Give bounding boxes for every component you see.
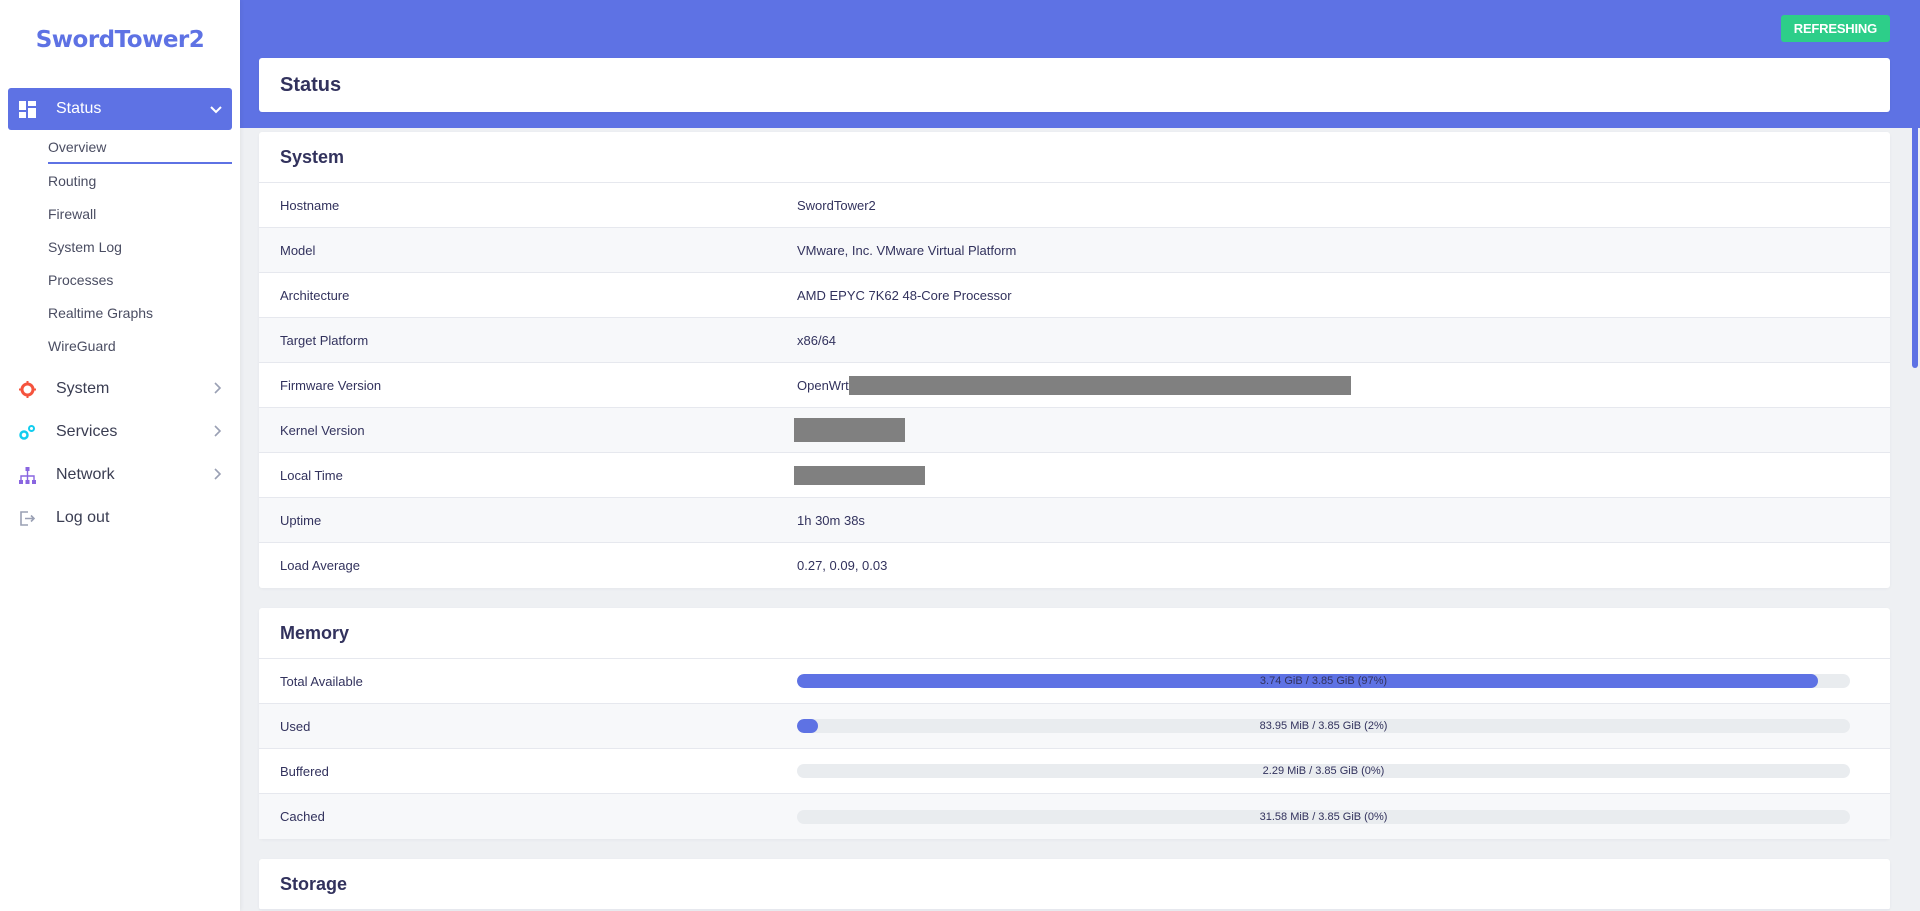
submenu-item-wireguard[interactable]: WireGuard [48,329,232,362]
page-title: Status [259,58,1890,112]
row-value: SwordTower2 [797,197,876,213]
memory-card: Memory Total Available 3.74 GiB / 3.85 G… [259,608,1890,839]
sidebar-item-label: Network [56,466,115,483]
row-value: 2.29 MiB / 3.85 GiB (0%) [797,764,1890,778]
row-value: x86/64 [797,332,837,348]
memory-table: Total Available 3.74 GiB / 3.85 GiB (97%… [259,659,1890,839]
progress-bar: 31.58 MiB / 3.85 GiB (0%) [797,809,1850,824]
chevron-right-icon [214,381,222,397]
submenu-item-overview[interactable]: Overview [48,131,232,164]
brand-logo[interactable]: SwordTower2 [0,0,240,80]
row-key: Uptime [280,512,322,528]
sidebar-item-label: Status [56,100,102,117]
sidebar-item-label: Log out [56,509,110,526]
row-key: Kernel Version [280,422,365,438]
sidebar-item-label: Services [56,423,118,440]
row-value: 3.74 GiB / 3.85 GiB (97%) [797,674,1890,688]
sidebar-item-status[interactable]: Status [8,88,232,130]
progress-text: 3.74 GiB / 3.85 GiB (97%) [1259,675,1388,687]
system-card: System Hostname SwordTower2 Model VMware… [259,132,1890,588]
row-key: Total Available [280,673,363,689]
sidebar-item-services[interactable]: Services [8,411,232,453]
progress-text: 2.29 MiB / 3.85 GiB (0%) [1262,765,1385,777]
row-value: 83.95 MiB / 3.85 GiB (2%) [797,719,1890,733]
table-row: Firmware Version OpenWrt [259,363,1890,408]
chevron-right-icon [214,467,222,483]
row-key: Target Platform [280,332,369,348]
submenu-item-firewall[interactable]: Firewall [48,197,232,230]
progress-bar: 83.95 MiB / 3.85 GiB (2%) [797,719,1850,733]
row-value: 1h 30m 38s [797,512,865,528]
redacted-block [794,465,925,485]
sidebar-item-network[interactable]: Network [8,454,232,496]
chevron-right-icon [214,424,222,440]
row-value: 31.58 MiB / 3.85 GiB (0%) [797,809,1890,824]
row-key: Cached [280,809,325,824]
section-title: Storage [259,859,1890,910]
progress-bar: 2.29 MiB / 3.85 GiB (0%) [797,764,1850,778]
table-row: Architecture AMD EPYC 7K62 48-Core Proce… [259,273,1890,318]
row-key: Firmware Version [280,377,382,393]
status-submenu: Overview Routing Firewall System Log Pro… [8,131,232,368]
sidebar-item-system[interactable]: System [8,368,232,410]
chevron-down-icon [210,101,222,117]
table-row: Uptime 1h 30m 38s [259,498,1890,543]
table-row: Used 83.95 MiB / 3.85 GiB (2%) [259,704,1890,749]
scrollbar[interactable] [1910,0,1920,911]
table-row: Total Available 3.74 GiB / 3.85 GiB (97%… [259,659,1890,704]
table-row: Load Average 0.27, 0.09, 0.03 [259,543,1890,588]
submenu-item-routing[interactable]: Routing [48,164,232,197]
logout-icon [18,509,36,527]
section-title: Memory [259,608,1890,659]
gear-icon [18,380,36,398]
scrollbar-thumb[interactable] [1912,8,1918,368]
refresh-button[interactable]: REFRESHING [1780,15,1890,42]
table-row: Hostname SwordTower2 [259,183,1890,228]
row-key: Architecture [280,287,350,303]
table-row: Local Time [259,453,1890,498]
section-title: System [259,132,1890,183]
row-value: AMD EPYC 7K62 48-Core Processor [797,287,1012,303]
dashboard-icon [18,100,36,118]
redacted-block [794,418,905,442]
table-row: Model VMware, Inc. VMware Virtual Platfo… [259,228,1890,273]
row-key: Local Time [280,467,343,483]
table-row: Kernel Version [259,408,1890,453]
row-key: Buffered [280,763,329,779]
sitemap-icon [18,466,36,484]
table-row: Cached 31.58 MiB / 3.85 GiB (0%) [259,794,1890,839]
row-key: Model [280,242,316,258]
submenu-item-processes[interactable]: Processes [48,263,232,296]
cogs-icon [18,423,36,441]
row-key: Used [280,718,311,734]
row-key: Hostname [280,197,340,213]
progress-text: 83.95 MiB / 3.85 GiB (2%) [1259,720,1388,732]
table-row: Target Platform x86/64 [259,318,1890,363]
storage-card: Storage [259,859,1890,910]
main-content: Status System Hostname SwordTower2 Model… [259,58,1890,911]
sidebar-item-logout[interactable]: Log out [8,497,232,539]
row-key: Load Average [280,558,360,573]
row-value [794,418,1890,442]
progress-bar: 3.74 GiB / 3.85 GiB (97%) [797,674,1850,688]
redacted-block [848,375,1351,395]
system-table: Hostname SwordTower2 Model VMware, Inc. … [259,183,1890,588]
table-row: Buffered 2.29 MiB / 3.85 GiB (0%) [259,749,1890,794]
row-value: 0.27, 0.09, 0.03 [797,558,888,573]
submenu-item-system-log[interactable]: System Log [48,230,232,263]
sidebar-menu: Status Overview Routing Firewall System … [0,80,240,539]
row-value: VMware, Inc. VMware Virtual Platform [797,242,1017,258]
row-value: OpenWrt [797,375,1890,395]
sidebar: SwordTower2 Status Overview Routing Fire… [0,0,240,911]
submenu-item-realtime-graphs[interactable]: Realtime Graphs [48,296,232,329]
progress-text: 31.58 MiB / 3.85 GiB (0%) [1259,810,1388,823]
row-value [794,465,1890,485]
firmware-text: OpenWrt [797,377,849,393]
sidebar-item-label: System [56,380,110,397]
